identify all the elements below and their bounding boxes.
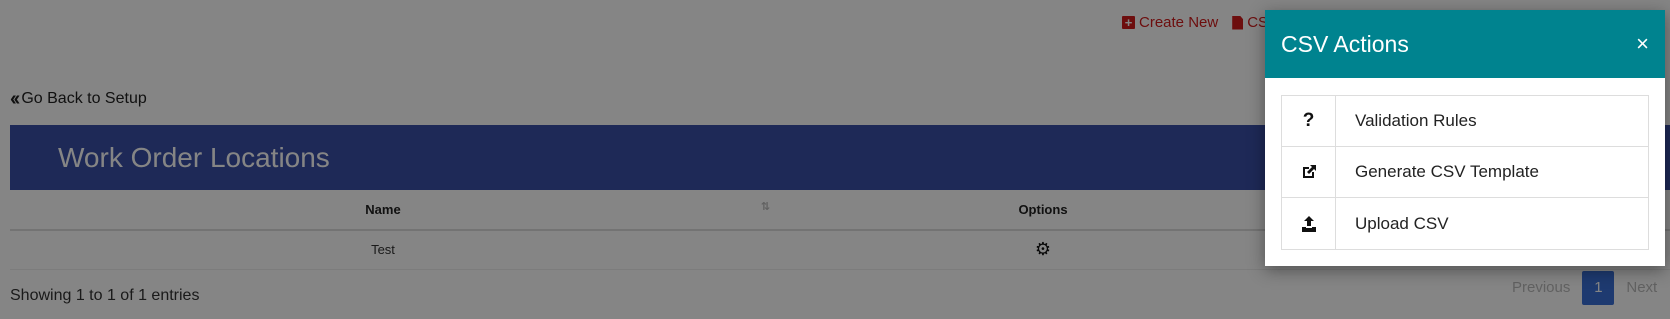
validation-rules-button[interactable]: ? Validation Rules xyxy=(1282,96,1648,147)
close-icon[interactable]: × xyxy=(1636,33,1649,55)
validation-rules-label: Validation Rules xyxy=(1355,111,1477,130)
upload-icon xyxy=(1282,198,1336,249)
csv-actions-modal: CSV Actions × ? Validation Rules Generat… xyxy=(1265,10,1665,266)
csv-action-list: ? Validation Rules Generate CSV Template… xyxy=(1281,95,1649,250)
external-link-icon xyxy=(1282,147,1336,197)
question-icon: ? xyxy=(1282,96,1336,146)
upload-csv-button[interactable]: Upload CSV xyxy=(1282,198,1648,249)
modal-title: CSV Actions xyxy=(1281,30,1409,57)
generate-csv-template-label: Generate CSV Template xyxy=(1355,162,1539,181)
upload-csv-label: Upload CSV xyxy=(1355,213,1449,233)
modal-header: CSV Actions × xyxy=(1265,10,1665,78)
modal-body: ? Validation Rules Generate CSV Template… xyxy=(1265,78,1665,267)
generate-csv-template-button[interactable]: Generate CSV Template xyxy=(1282,147,1648,198)
